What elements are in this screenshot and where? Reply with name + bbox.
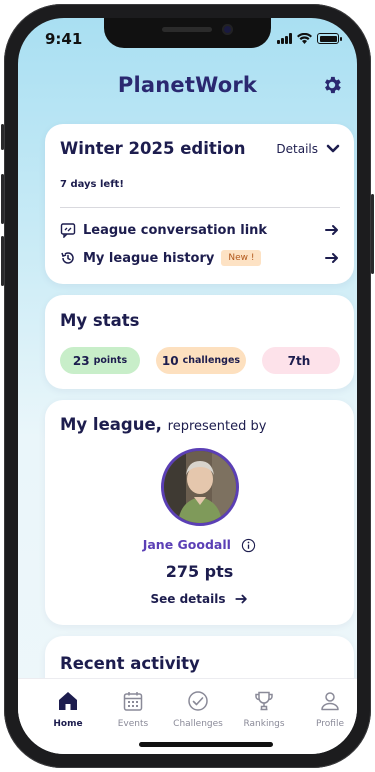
trophy-icon <box>255 691 273 711</box>
mute-switch <box>1 124 4 150</box>
camera-lens <box>222 24 233 35</box>
avatar[interactable] <box>161 448 239 526</box>
power-button <box>371 194 374 274</box>
tab-events-label: Events <box>117 719 149 729</box>
info-icon[interactable] <box>241 538 256 553</box>
person-icon <box>321 692 339 711</box>
divider <box>60 207 340 208</box>
tab-rankings[interactable]: Rankings <box>234 689 294 729</box>
see-details-button[interactable]: See details <box>45 592 354 606</box>
arrow-right-icon <box>234 594 247 604</box>
status-time: 9:41 <box>45 30 83 48</box>
see-details-label: See details <box>150 592 226 606</box>
challenges-pill: 10 challenges <box>156 347 246 374</box>
league-title: My league, represented by <box>60 415 266 434</box>
app-title: PlanetWork <box>117 73 258 97</box>
edition-title: Winter 2025 edition <box>60 139 246 158</box>
speaker-grille <box>162 27 212 32</box>
rank-pill: 7th <box>262 347 340 374</box>
tab-bar: Home Events Challenges Rankings Profile <box>18 678 357 754</box>
app-header: PlanetWork <box>18 70 357 106</box>
challenges-value: 10 <box>161 353 179 368</box>
league-conversation-label: League conversation link <box>83 222 268 238</box>
stats-card: My stats 23 points 10 challenges 7th <box>45 295 354 389</box>
arrow-right-icon <box>325 253 338 263</box>
status-icons <box>277 33 342 44</box>
league-title-main: My league, <box>60 415 162 434</box>
chat-link-icon <box>60 223 76 238</box>
gear-icon[interactable] <box>321 74 343 96</box>
signal-icon <box>277 33 292 44</box>
recent-activity-title: Recent activity <box>60 654 200 673</box>
tab-profile-label: Profile <box>316 719 344 729</box>
tab-home-label: Home <box>53 719 83 729</box>
league-conversation-link[interactable]: League conversation link <box>60 220 340 240</box>
phone-frame: 9:41 PlanetWork Winter 2025 edition Deta… <box>1 4 374 768</box>
tab-rankings-label: Rankings <box>243 719 285 729</box>
tab-events[interactable]: Events <box>103 689 163 729</box>
notch <box>104 18 271 48</box>
tab-home[interactable]: Home <box>38 689 98 729</box>
tab-challenges-label: Challenges <box>173 719 223 729</box>
tab-profile[interactable]: Profile <box>300 689 357 729</box>
history-icon <box>61 252 74 264</box>
chevron-down-icon <box>326 144 340 153</box>
calendar-icon <box>123 692 143 711</box>
volume-down-button <box>1 236 4 286</box>
wifi-icon <box>297 33 312 44</box>
app-screen: 9:41 PlanetWork Winter 2025 edition Deta… <box>18 18 357 754</box>
league-points: 275 pts <box>165 562 234 581</box>
check-circle-icon <box>188 691 208 711</box>
tab-challenges[interactable]: Challenges <box>168 689 228 729</box>
person-name[interactable]: Jane Goodall <box>45 537 354 553</box>
arrow-right-icon <box>325 225 338 235</box>
points-unit: points <box>93 355 128 366</box>
league-card: My league, represented by Jane Goodall 2… <box>45 400 354 625</box>
avatar-photo <box>164 451 236 523</box>
league-history-label: My league history <box>83 250 215 266</box>
details-button[interactable]: Details <box>276 142 340 156</box>
details-label: Details <box>276 142 318 156</box>
new-badge: New ! <box>221 250 262 266</box>
edition-card: Winter 2025 edition Details 7 days left!… <box>45 124 354 284</box>
points-pill: 23 points <box>60 347 140 374</box>
home-indicator[interactable] <box>139 742 273 747</box>
person-name-label: Jane Goodall <box>142 537 231 552</box>
league-subtitle: represented by <box>167 419 267 434</box>
home-icon <box>59 692 77 710</box>
volume-up-button <box>1 174 4 224</box>
stats-title: My stats <box>60 311 140 330</box>
days-left: 7 days left! <box>60 179 124 190</box>
challenges-unit: challenges <box>182 355 241 366</box>
rank-value: 7th <box>287 353 311 368</box>
battery-icon <box>317 33 342 44</box>
points-value: 23 <box>72 353 90 368</box>
league-history-link[interactable]: My league history New ! <box>60 248 340 268</box>
